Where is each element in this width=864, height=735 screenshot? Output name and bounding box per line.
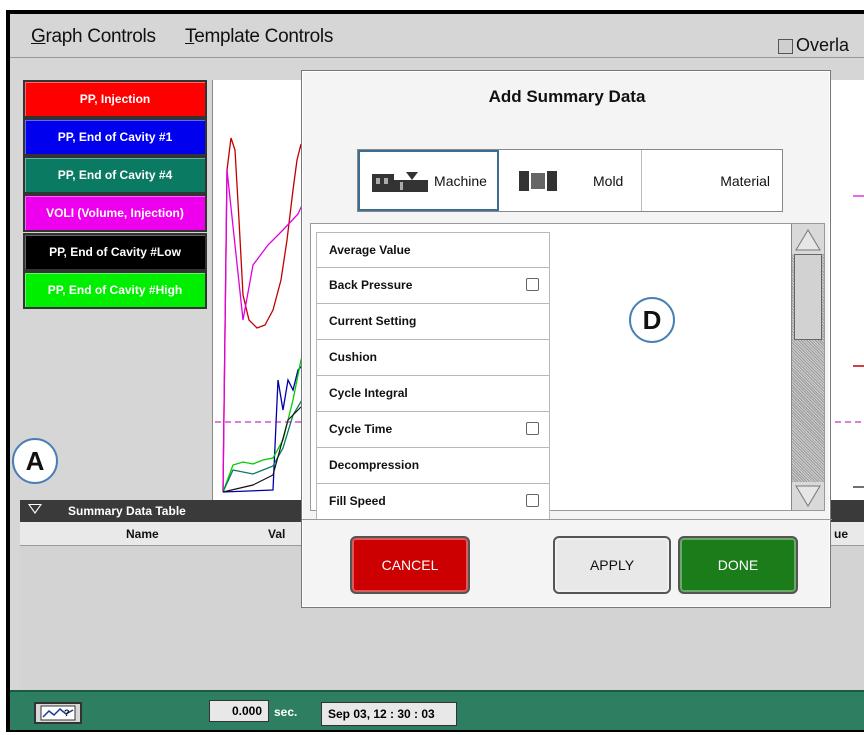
menu-graph-controls-mnemonic: G: [31, 26, 46, 47]
list-item-label: Average Value: [329, 243, 411, 257]
tab-material[interactable]: Material: [642, 150, 782, 211]
menu-template-controls-label: emplate Controls: [194, 26, 334, 47]
list-item-label: Fill Speed: [329, 494, 386, 508]
curve-injection-red: [222, 137, 309, 493]
date-field: Sep 03, 12 : 30 : 03: [321, 702, 457, 726]
vertical-scrollbar[interactable]: [791, 224, 824, 510]
list-item[interactable]: Average Value: [316, 232, 550, 268]
list-item[interactable]: Back Pressure: [316, 268, 550, 304]
list-item-label: Current Setting: [329, 314, 417, 328]
graph-help-glyph: ?: [40, 705, 76, 721]
list-item-label: Cycle Time: [329, 422, 393, 436]
marker-d: D: [629, 297, 675, 343]
overlay-label: Overla: [796, 35, 850, 55]
curve-cavity4-teal: [222, 389, 309, 493]
column-value[interactable]: Val: [268, 527, 285, 541]
machine-icon: [372, 171, 429, 192]
menu-graph-controls[interactable]: Graph Controls: [31, 26, 156, 48]
mold-icon: [519, 170, 557, 191]
column-value-right[interactable]: ue: [834, 527, 848, 541]
category-tabs: Machine Mold Material: [357, 149, 783, 212]
dialog-divider: [302, 519, 832, 520]
list-item-checkbox[interactable]: [526, 278, 539, 291]
collapse-triangle-icon-inner: [30, 505, 40, 512]
legend-item[interactable]: PP, End of Cavity #1: [23, 118, 207, 156]
tab-mold[interactable]: Mold: [499, 150, 642, 211]
menu-template-controls[interactable]: Template Controls: [185, 26, 333, 48]
curve-voli-magenta: [222, 169, 309, 493]
status-bar: ? 0.000 sec. Sep 03, 12 : 30 : 03: [10, 690, 864, 730]
curve-low-black: [222, 399, 309, 493]
list-item[interactable]: Decompression: [316, 448, 550, 484]
list-item[interactable]: Current Setting: [316, 304, 550, 340]
list-item-label: Cushion: [329, 350, 377, 364]
summary-data-list: Average Value Back Pressure Current Settin…: [316, 232, 550, 520]
menu-template-controls-mnemonic: T: [185, 26, 195, 47]
tab-mold-label: Mold: [593, 172, 624, 189]
scroll-down-icon: [795, 485, 821, 507]
scroll-up-button[interactable]: [792, 224, 824, 254]
curve-cavity1-blue: [222, 359, 309, 493]
cancel-button[interactable]: CANCEL: [350, 536, 470, 594]
column-name[interactable]: Name: [126, 527, 159, 541]
legend-item[interactable]: PP, End of Cavity #4: [23, 156, 207, 194]
tab-machine-label: Machine: [434, 172, 487, 189]
tab-machine[interactable]: Machine: [358, 150, 499, 211]
graph-help-icon[interactable]: ?: [34, 702, 82, 724]
overlay-checkbox[interactable]: [778, 39, 793, 54]
scroll-up-icon: [795, 229, 821, 251]
app-window: Graph Controls Template Controls Overla …: [10, 14, 864, 730]
list-item-label: Back Pressure: [329, 278, 413, 292]
list-item-label: Cycle Integral: [329, 386, 408, 400]
list-item-label: Decompression: [329, 458, 420, 472]
scroll-down-button[interactable]: [792, 482, 824, 510]
summary-table-title: Summary Data Table: [68, 504, 186, 518]
time-field[interactable]: 0.000: [209, 700, 269, 722]
time-unit: sec.: [274, 705, 298, 719]
dialog-title: Add Summary Data: [488, 87, 646, 106]
list-item-checkbox[interactable]: [526, 422, 539, 435]
add-summary-data-dialog: Add Summary Data Machine Mold Material A…: [301, 70, 832, 608]
marker-a: A: [12, 438, 58, 484]
list-item[interactable]: Cycle Time: [316, 412, 550, 448]
legend-item[interactable]: PP, End of Cavity #High: [23, 271, 207, 309]
list-item[interactable]: Cushion: [316, 340, 550, 376]
menu-graph-controls-label: raph Controls: [45, 26, 156, 47]
list-item[interactable]: Cycle Integral: [316, 376, 550, 412]
tab-material-label: Material: [720, 172, 770, 189]
apply-button[interactable]: APPLY: [553, 536, 671, 594]
data-list-panel: Average Value Back Pressure Current Settin…: [310, 223, 825, 520]
done-button[interactable]: DONE: [678, 536, 798, 594]
legend-item[interactable]: VOLI (Volume, Injection): [23, 194, 207, 232]
list-item[interactable]: Fill Speed: [316, 484, 550, 520]
legend-item[interactable]: PP, Injection: [23, 80, 207, 118]
legend-item[interactable]: PP, End of Cavity #Low: [23, 233, 207, 271]
scroll-thumb[interactable]: [794, 254, 822, 340]
list-item-checkbox[interactable]: [526, 494, 539, 507]
menu-bar: Graph Controls Template Controls Overla: [10, 14, 864, 58]
svg-text:?: ?: [64, 708, 70, 718]
